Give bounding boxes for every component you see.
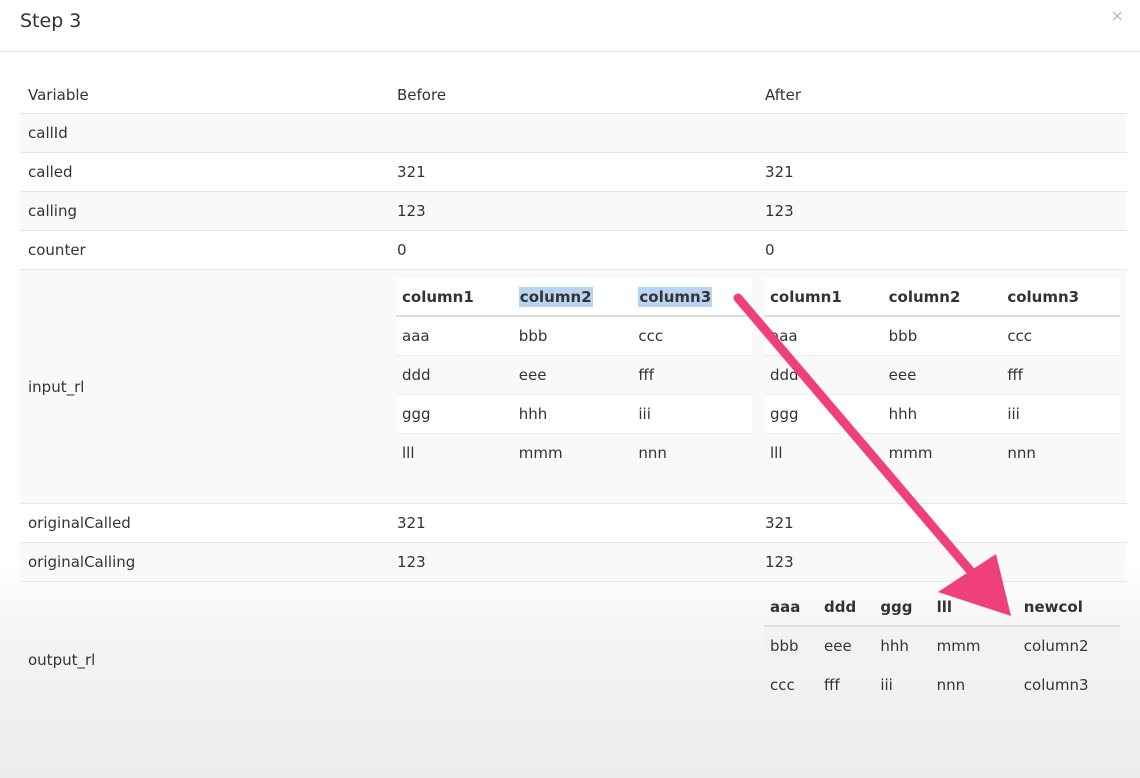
nested-cell: hhh [874, 625, 931, 665]
variable-name: output_rl [28, 651, 96, 669]
nested-cell: bbb [764, 625, 818, 665]
nested-cell: mmm [512, 432, 633, 472]
nested-cell: nnn [1001, 432, 1120, 472]
nested-row: ggg hhh iii [396, 393, 752, 433]
nested-header-row: column1 column2 column3 [764, 278, 1120, 317]
before-value: 123 [397, 553, 426, 571]
before-value: 321 [397, 514, 426, 532]
after-value: 321 [765, 163, 794, 181]
nested-cell: nnn [632, 432, 752, 472]
modal-header: Step 3 × [0, 0, 1140, 52]
nested-row: aaa bbb ccc [764, 315, 1120, 355]
header-before: Before [397, 85, 447, 104]
table-row: originalCalling 123 123 [20, 543, 1127, 582]
nested-cell: eee [817, 625, 875, 665]
after-value: 321 [765, 514, 794, 532]
nested-cell: fff [632, 354, 752, 394]
nested-row: aaa bbb ccc [396, 315, 752, 355]
nested-cell: eee [882, 354, 1002, 394]
header-after: After [765, 85, 802, 104]
table-header-row: Variable Before After [20, 76, 1127, 114]
table-row-output-rl: output_rl aaa ddd ggg lll newcol bbb eee… [20, 582, 1127, 738]
nested-row: ddd eee fff [396, 354, 752, 394]
table-row: calling 123 123 [20, 192, 1127, 231]
after-value: 0 [765, 241, 775, 259]
nested-column-header: ddd [817, 588, 875, 627]
nested-row: bbb eee hhh mmm column2 [764, 625, 1120, 665]
close-button[interactable]: × [1111, 6, 1124, 25]
nested-column-header: column3 [632, 278, 752, 317]
nested-cell: lll [396, 432, 513, 472]
nested-cell: iii [1001, 393, 1120, 433]
variable-name: originalCalling [28, 553, 136, 571]
table-row-input-rl: input_rl column1 column2 column3 aaa bbb… [20, 270, 1127, 504]
nested-column-header: column3 [1001, 278, 1120, 317]
nested-column-header: column2 [882, 278, 1002, 317]
nested-cell: aaa [764, 315, 883, 355]
modal-title: Step 3 [20, 10, 82, 32]
nested-row: ccc fff iii nnn column3 [764, 664, 1120, 704]
nested-row: lll mmm nnn [396, 432, 752, 472]
nested-column-header: column2 [512, 278, 633, 317]
nested-cell: mmm [882, 432, 1002, 472]
nested-column-header: lll [930, 588, 1002, 627]
header-variable: Variable [28, 85, 89, 104]
variable-name: originalCalled [28, 514, 131, 532]
table-row: called 321 321 [20, 153, 1127, 192]
nested-row: ggg hhh iii [764, 393, 1120, 433]
nested-cell: ccc [1001, 315, 1120, 355]
nested-column-header: column1 [396, 278, 513, 317]
nested-cell: fff [817, 664, 875, 704]
nested-header-row: column1 column2 column3 [396, 278, 752, 317]
nested-cell: column2 [1001, 625, 1120, 665]
nested-cell: ccc [764, 664, 818, 704]
input-rl-after-table: column1 column2 column3 aaa bbb ccc ddd … [764, 278, 1120, 472]
input-rl-before-table: column1 column2 column3 aaa bbb ccc ddd … [396, 278, 752, 472]
nested-row: lll mmm nnn [764, 432, 1120, 472]
after-value: 123 [765, 202, 794, 220]
after-value: 123 [765, 553, 794, 571]
nested-row: ddd eee fff [764, 354, 1120, 394]
selected-text: column3 [638, 286, 713, 307]
nested-cell: lll [764, 432, 883, 472]
nested-cell: ddd [764, 354, 883, 394]
nested-cell: nnn [930, 664, 1002, 704]
nested-cell: ddd [396, 354, 513, 394]
nested-cell: hhh [512, 393, 633, 433]
nested-cell: bbb [512, 315, 633, 355]
nested-cell: ccc [632, 315, 752, 355]
nested-cell: bbb [882, 315, 1002, 355]
output-rl-after-table: aaa ddd ggg lll newcol bbb eee hhh mmm c… [764, 588, 1120, 704]
variable-name: calling [28, 202, 77, 220]
nested-cell: mmm [930, 625, 1002, 665]
nested-cell: iii [874, 664, 931, 704]
nested-cell: ggg [764, 393, 883, 433]
variables-table: Variable Before After callId called 321 … [20, 76, 1127, 738]
variable-name: input_rl [28, 377, 85, 396]
selected-text: column2 [518, 286, 593, 307]
nested-cell: aaa [396, 315, 513, 355]
before-value: 321 [397, 163, 426, 181]
table-row: originalCalled 321 321 [20, 504, 1127, 543]
nested-cell: eee [512, 354, 633, 394]
nested-cell: column3 [1001, 664, 1120, 704]
nested-cell: ggg [396, 393, 513, 433]
table-row: counter 0 0 [20, 231, 1127, 270]
nested-cell: hhh [882, 393, 1002, 433]
nested-cell: iii [632, 393, 752, 433]
nested-cell: fff [1001, 354, 1120, 394]
nested-column-header: column1 [764, 278, 883, 317]
variable-name: counter [28, 241, 86, 259]
nested-header-row: aaa ddd ggg lll newcol [764, 588, 1120, 627]
before-value: 123 [397, 202, 426, 220]
nested-column-header: aaa [764, 588, 818, 627]
before-value: 0 [397, 241, 407, 259]
nested-column-header: newcol [1001, 588, 1120, 627]
variable-name: called [28, 163, 73, 181]
table-row: callId [20, 114, 1127, 153]
variable-name: callId [28, 124, 68, 142]
nested-column-header: ggg [874, 588, 931, 627]
